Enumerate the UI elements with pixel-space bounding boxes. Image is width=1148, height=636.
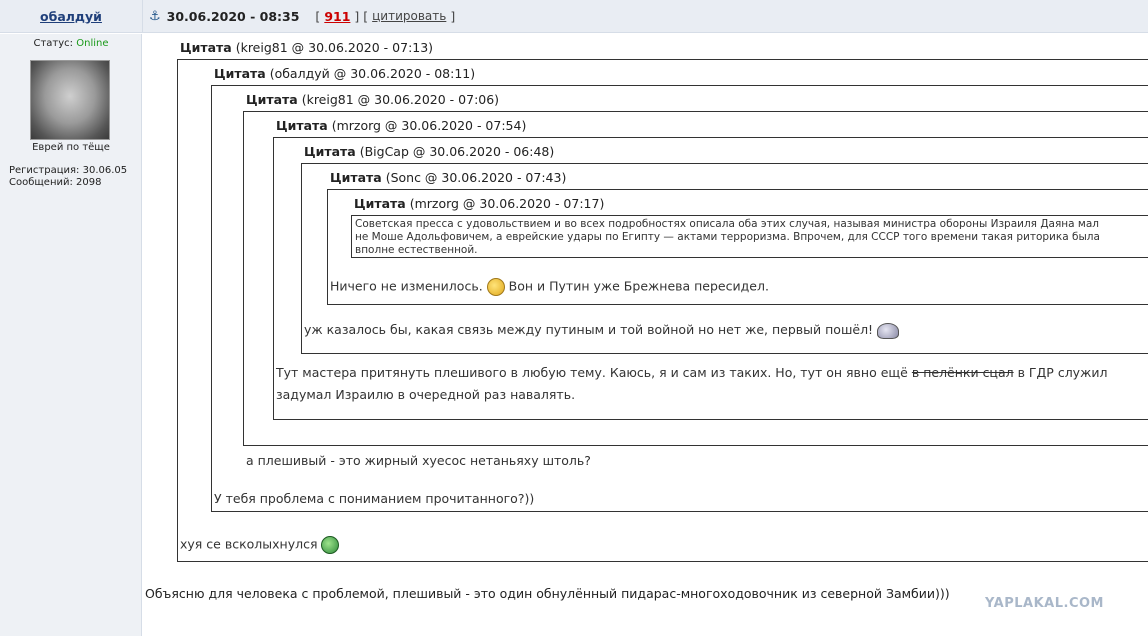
username-link[interactable]: обалдуй xyxy=(40,9,102,24)
reply-text: задумал Израилю в очередной раз навалять… xyxy=(276,387,576,402)
reply-text: хуя се всколыхнулся xyxy=(180,536,343,554)
quote-header-5: Цитата (BigCap @ 30.06.2020 - 06:48) xyxy=(304,144,555,159)
quote-block-6: Цитата (mrzorg @ 30.06.2020 - 07:17) Сов… xyxy=(327,189,1148,305)
quote-header-7: Цитата (mrzorg @ 30.06.2020 - 07:17) xyxy=(354,196,605,211)
quote-block-1: Цитата (обалдуй @ 30.06.2020 - 08:11) Ци… xyxy=(177,59,1148,562)
quote-block-4: Цитата (BigCap @ 30.06.2020 - 06:48) Цит… xyxy=(273,137,1148,420)
anchor-icon[interactable]: ⚓ xyxy=(149,9,161,24)
reply-text: а плешивый - это жирный хуесос нетаньяху… xyxy=(246,453,591,468)
post-header: ⚓ 30.06.2020 - 08:35 [ 911 ] [ цитироват… xyxy=(142,0,1148,33)
post-text: Объясню для человека с проблемой, плешив… xyxy=(145,586,950,601)
cool-smiley-icon xyxy=(486,278,505,296)
quote-header-4: Цитата (mrzorg @ 30.06.2020 - 07:54) xyxy=(276,118,527,133)
strikethrough-text: в пелёнки сцал xyxy=(911,365,1014,380)
quote-block-3: Цитата (mrzorg @ 30.06.2020 - 07:54) Цит… xyxy=(243,111,1148,468)
bracket: ] [ xyxy=(354,8,369,24)
quote-block-7: Советская пресса с удовольствием и во вс… xyxy=(351,215,1148,258)
message-count: Сообщений: 2098 xyxy=(9,177,102,188)
reply-text: уж казалось бы, какая связь между путины… xyxy=(304,322,903,339)
site-watermark: YAPLAKAL.COM xyxy=(985,596,1104,611)
quote-header-3: Цитата (kreig81 @ 30.06.2020 - 07:06) xyxy=(246,92,500,107)
quote-block-2: Цитата (kreig81 @ 30.06.2020 - 07:06) Ци… xyxy=(211,85,1148,512)
reply-text: У тебя проблема с пониманием прочитанног… xyxy=(214,491,535,506)
user-stats: Регистрация: 30.06.05 Сообщений: 2098 xyxy=(9,165,127,189)
quote-header-6: Цитата (Sonc @ 30.06.2020 - 07:43) xyxy=(330,170,567,185)
post-date: 30.06.2020 - 08:35 xyxy=(166,8,300,24)
user-status: Статус: Online xyxy=(33,38,109,49)
reply-text: Тут мастера притянуть плешивого в любую … xyxy=(276,365,1108,380)
quote-button[interactable]: цитировать xyxy=(372,9,446,23)
post-body: Цитата (kreig81 @ 30.06.2020 - 07:13) Ци… xyxy=(143,34,1148,636)
quote-header-1: Цитата (kreig81 @ 30.06.2020 - 07:13) xyxy=(180,40,434,55)
reply-text: Ничего не изменилось. Вон и Путин уже Бре… xyxy=(330,278,769,296)
user-panel: Статус: Online Еврей по тёще Регистрация… xyxy=(0,34,142,636)
user-title: Еврей по тёще xyxy=(32,142,110,153)
status-badge: Online xyxy=(76,38,109,49)
rating-link[interactable]: 911 xyxy=(324,9,350,24)
bracket: [ xyxy=(315,8,321,24)
quote-block-5: Цитата (Sonc @ 30.06.2020 - 07:43) Цитат… xyxy=(301,163,1148,354)
quote-header-2: Цитата (обалдуй @ 30.06.2020 - 08:11) xyxy=(214,66,476,81)
globe-smiley-icon xyxy=(321,536,340,554)
post-author-cell: обалдуй xyxy=(0,0,142,33)
ghost-smiley-icon xyxy=(877,322,900,339)
avatar[interactable] xyxy=(30,60,110,140)
bracket: ] xyxy=(450,8,456,24)
registration-date: Регистрация: 30.06.05 xyxy=(9,165,128,176)
quote-text: Советская пресса с удовольствием и во вс… xyxy=(355,218,1100,256)
